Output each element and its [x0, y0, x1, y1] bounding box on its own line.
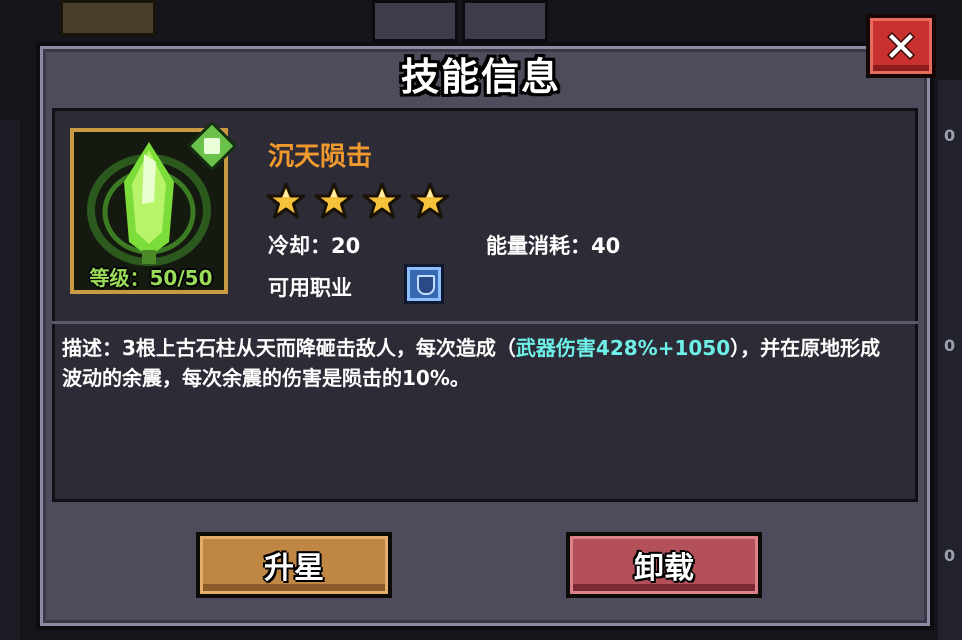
- background-edge: [0, 120, 20, 640]
- skill-description: 描述：3根上古石柱从天而降砸击敌人，每次造成（武器伤害428%+1050），并在…: [62, 333, 882, 393]
- star-icon: [266, 182, 306, 220]
- damage-formula: 武器伤害428%+1050: [515, 336, 731, 360]
- dialog-title: 技能信息: [400, 55, 561, 99]
- background-slot: [372, 0, 458, 42]
- upgrade-star-label: 升星: [264, 551, 324, 586]
- background-number: 0: [944, 546, 956, 565]
- cooldown-stat: 冷却：20: [268, 234, 361, 258]
- close-x-icon: [886, 31, 916, 61]
- close-button[interactable]: [866, 14, 936, 78]
- star-icon: [410, 182, 450, 220]
- star-icon: [362, 182, 402, 220]
- background-tile: [60, 0, 156, 36]
- divider: [52, 321, 918, 324]
- star-icon: [314, 182, 354, 220]
- unequip-label: 卸载: [634, 551, 694, 586]
- background-number: 0: [944, 336, 956, 355]
- upgrade-star-button[interactable]: 升星: [196, 532, 392, 598]
- energy-cost-stat: 能量消耗：40: [486, 234, 621, 258]
- unequip-button[interactable]: 卸载: [566, 532, 762, 598]
- recycle-icon: [204, 138, 220, 154]
- star-rating: [266, 182, 450, 220]
- available-class-label: 可用职业: [268, 276, 352, 300]
- skill-level: 等级：50/50: [89, 266, 213, 290]
- skill-name: 沉天陨击: [268, 142, 373, 172]
- background-number: 0: [944, 126, 956, 145]
- description-text: 描述：3根上古石柱从天而降砸击敌人，每次造成（: [62, 336, 516, 360]
- shield-glyph: [417, 275, 435, 295]
- class-shield-icon[interactable]: [404, 264, 444, 304]
- background-slot: [462, 0, 548, 42]
